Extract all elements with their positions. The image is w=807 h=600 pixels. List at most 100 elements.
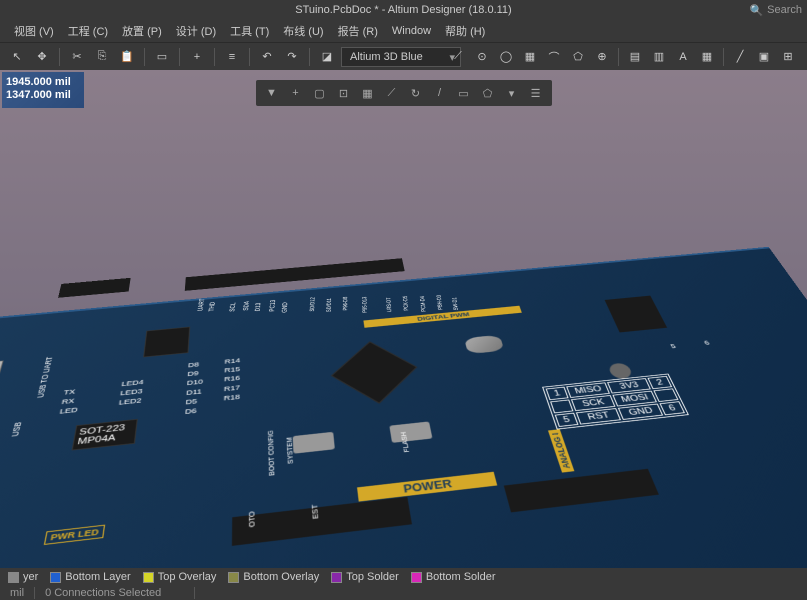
tool-copy-icon[interactable]: ⎘ <box>91 46 113 68</box>
menu-window[interactable]: Window <box>386 23 437 39</box>
tool-fill-icon[interactable]: ▦ <box>519 46 541 68</box>
r15-label: R15 <box>224 366 240 374</box>
layer-name: Bottom Solder <box>426 571 496 583</box>
poly2-icon[interactable]: ⬠ <box>478 83 498 103</box>
tool-cursor-icon[interactable]: ↖ <box>6 46 28 68</box>
layer-tab-botoverlay[interactable]: Bottom Overlay <box>228 571 319 583</box>
layer-tab-botsolder[interactable]: Bottom Solder <box>411 571 496 583</box>
search-label: Search <box>767 4 802 16</box>
yellow-header <box>0 483 27 536</box>
usb-label: USB <box>10 422 24 437</box>
menu-place[interactable]: 放置 (P) <box>116 21 168 41</box>
tool-line-icon[interactable]: ╱ <box>729 46 751 68</box>
led-label: LED <box>59 406 78 415</box>
layer-tabs: yer Bottom Layer Top Overlay Bottom Over… <box>0 568 807 586</box>
menu-tools[interactable]: 工具 (T) <box>224 21 275 41</box>
tbl-rst: RST <box>576 408 621 424</box>
r17-label: R17 <box>224 384 240 393</box>
misc6-pin: PCK-D5 <box>403 296 410 311</box>
mcu-chip <box>332 342 418 404</box>
tx-label: TX <box>63 388 76 396</box>
tbl-gnd: GND <box>618 403 663 419</box>
separator <box>214 48 215 66</box>
tool-undo-icon[interactable]: ↶ <box>256 46 278 68</box>
misc5-pin: LRS-D7 <box>386 298 393 313</box>
3d-viewport[interactable]: 1945.000 mil 1347.000 mil ▼ + ▢ ⊡ ▦ ⟋ ↻ … <box>0 70 807 568</box>
est-label: EST <box>310 505 321 520</box>
rx-label: RX <box>61 397 75 406</box>
tool-plus-icon[interactable]: + <box>186 46 208 68</box>
layer-swatch <box>50 572 61 583</box>
view-mode-dropdown[interactable]: Altium 3D Blue <box>341 47 461 67</box>
line2-icon[interactable]: / <box>430 83 450 103</box>
header-bottom-1 <box>232 497 412 546</box>
tool-dim-icon[interactable]: ⊕ <box>591 46 613 68</box>
tool-poly-icon[interactable]: ⬠ <box>567 46 589 68</box>
pc13-pin: PC13 <box>268 300 277 312</box>
tool-move-icon[interactable]: ✥ <box>31 46 53 68</box>
right-toolgroup: ⟋ ⊙ ◯ ▦ ⌒ ⬠ ⊕ ▤ ▥ A ▦ ╱ ▣ ⊞ <box>447 46 799 68</box>
tool-route-icon[interactable]: ⟋ <box>447 46 469 68</box>
measure-icon[interactable]: ⟋ <box>382 83 402 103</box>
layer-swatch <box>411 572 422 583</box>
grid-icon[interactable]: ▦ <box>358 83 378 103</box>
tool-paste-icon[interactable]: 📋 <box>116 46 138 68</box>
tool-grid2-icon[interactable]: ▥ <box>648 46 670 68</box>
layer-tab-topsolder[interactable]: Top Solder <box>331 571 399 583</box>
header-bottom-2 <box>504 469 659 513</box>
menu-view[interactable]: 视图 (V) <box>8 21 60 41</box>
separator <box>249 48 250 66</box>
menu-help[interactable]: 帮助 (H) <box>439 21 491 41</box>
view-toolbar: ▼ + ▢ ⊡ ▦ ⟋ ↻ / ▭ ⬠ ▾ ☰ <box>256 80 552 106</box>
layer-tab-bottom[interactable]: Bottom Layer <box>50 571 130 583</box>
menu-icon[interactable]: ☰ <box>526 83 546 103</box>
layer-tab[interactable]: yer <box>8 571 38 583</box>
misc7-pin: PCM-D4 <box>420 296 428 312</box>
rotate-icon[interactable]: ↻ <box>406 83 426 103</box>
misc9-pin: SW-D1 <box>452 297 460 310</box>
misc4-pin: P95-D13 <box>362 297 368 313</box>
menu-route[interactable]: 布线 (U) <box>277 21 329 41</box>
tool-cut-icon[interactable]: ✂ <box>66 46 88 68</box>
h5-label: 5 <box>669 343 677 350</box>
tool-misc-icon[interactable]: ⊞ <box>777 46 799 68</box>
sda-pin: SDA <box>241 301 250 311</box>
tool-comp-icon[interactable]: ▣ <box>753 46 775 68</box>
search-box[interactable]: 🔍 Search <box>749 4 802 17</box>
layer-swatch <box>143 572 154 583</box>
tool-string-icon[interactable]: ▦ <box>696 46 718 68</box>
tool-redo-icon[interactable]: ↷ <box>281 46 303 68</box>
menu-design[interactable]: 设计 (D) <box>170 21 222 41</box>
uart-chip <box>144 327 191 358</box>
title-bar: STuino.PcbDoc * - Altium Designer (18.0.… <box>0 0 807 20</box>
rect2-icon[interactable]: ▭ <box>454 83 474 103</box>
window-title: STuino.PcbDoc * - Altium Designer (18.0.… <box>295 4 511 16</box>
spi-header-table: 1MISO3V32 SCKMOSI 5RSTGND6 <box>542 374 688 430</box>
header-top-1 <box>58 278 131 298</box>
status-bar: mil 0 Connections Selected <box>0 586 807 600</box>
layer-tab-topoverlay[interactable]: Top Overlay <box>143 571 217 583</box>
select-icon[interactable]: ▢ <box>310 83 330 103</box>
tool-pad-icon[interactable]: ◯ <box>495 46 517 68</box>
header-top-2 <box>185 259 405 292</box>
tool-text-icon[interactable]: A <box>672 46 694 68</box>
filter-icon[interactable]: ▼ <box>262 83 282 103</box>
snap-icon[interactable]: ⊡ <box>334 83 354 103</box>
tool-rect-icon[interactable]: ▭ <box>151 46 173 68</box>
menu-project[interactable]: 工程 (C) <box>62 21 114 41</box>
led3-label: LED3 <box>120 388 143 397</box>
tool-grid1-icon[interactable]: ▤ <box>624 46 646 68</box>
menu-report[interactable]: 报告 (R) <box>332 21 384 41</box>
d9-label: D9 <box>187 370 198 378</box>
layer-name: Bottom Overlay <box>243 571 319 583</box>
drop-icon[interactable]: ▾ <box>502 83 522 103</box>
tool-via-icon[interactable]: ⊙ <box>471 46 493 68</box>
tbl-1: 1 <box>546 387 569 400</box>
tool-3d-icon[interactable]: ◪ <box>316 46 338 68</box>
tool-layers-icon[interactable]: ≡ <box>221 46 243 68</box>
tbl-5: 5 <box>555 413 579 427</box>
tool-arc-icon[interactable]: ⌒ <box>543 46 565 68</box>
add-icon[interactable]: + <box>286 83 306 103</box>
thd-pin: THD <box>207 302 217 312</box>
pcb-substrate: SOT-223 MP04A <box>0 247 807 568</box>
